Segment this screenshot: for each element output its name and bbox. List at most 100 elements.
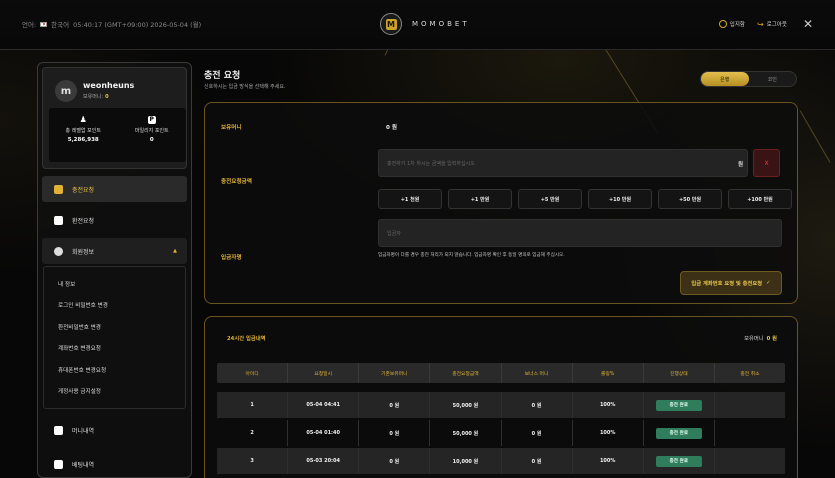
page-title: 충전 요청 bbox=[204, 71, 241, 81]
sidebar-item-member-info[interactable]: 회원정보 ▲ bbox=[42, 238, 187, 264]
table-header: 아이디 요청일시 기존보유머니 충전요청금액 보너스 머니 롤링% 진행상태 충… bbox=[217, 363, 785, 383]
balance-label: 보유머니: bbox=[83, 94, 104, 100]
cell-amount: 10,000 원 bbox=[430, 448, 502, 474]
submenu-login-password[interactable]: 로그인 비밀번호 변경 bbox=[44, 295, 185, 317]
sidebar-item-money-history[interactable]: 머니내역 bbox=[42, 417, 187, 443]
page-subtitle: 신호하시는 입금 방식을 선택해 주세요. bbox=[204, 84, 286, 90]
wallet-icon bbox=[54, 184, 63, 194]
mileage-points-value: 0 bbox=[149, 137, 154, 143]
request-deposit-button[interactable]: 입금 계좌번호 요청 및 충전요청 ✓ bbox=[680, 271, 782, 295]
cell-id: 3 bbox=[217, 448, 289, 474]
cell-status: 충전 완료 bbox=[644, 420, 715, 446]
language-label: 언어: bbox=[22, 21, 37, 29]
submenu-my-info[interactable]: 내 정보 bbox=[44, 273, 185, 295]
sidebar-item-label: 충전요청 bbox=[72, 186, 95, 194]
user-settings-icon bbox=[54, 246, 63, 256]
user-balance: 보유머니: 0 bbox=[83, 93, 109, 100]
member-info-submenu: 내 정보 로그인 비밀번호 변경 환전비밀번호 변경 계좌번호 변경요청 휴대폰… bbox=[43, 266, 186, 409]
language-time-display: 언어: 한국어 05:40:17 (GMT+09:00) 2026-05-04 … bbox=[22, 19, 201, 29]
clear-amount-button[interactable]: X bbox=[753, 149, 780, 177]
money-icon bbox=[54, 425, 63, 435]
column-header: 아이디 bbox=[217, 363, 289, 383]
p-badge-icon: P bbox=[147, 116, 156, 124]
site-logo[interactable]: M MOMOBET bbox=[380, 13, 470, 35]
top-bar: 언어: 한국어 05:40:17 (GMT+09:00) 2026-05-04 … bbox=[0, 0, 835, 50]
cell-bonus: 0 원 bbox=[502, 448, 573, 474]
cell-id: 2 bbox=[217, 420, 289, 446]
status-badge: 충전 완료 bbox=[655, 399, 702, 411]
cell-prev-balance: 0 원 bbox=[359, 420, 431, 446]
quick-amount-button[interactable]: +50 만원 bbox=[658, 189, 722, 209]
levelup-points-label: 총 레벨업 포인트 bbox=[65, 128, 101, 134]
check-icon: ✓ bbox=[766, 280, 771, 286]
balance-value: 0 bbox=[105, 94, 109, 100]
cell-rolling: 100% bbox=[573, 392, 644, 418]
depositor-input[interactable]: 입금자 bbox=[378, 219, 782, 247]
submenu-withdraw-password[interactable]: 환전비밀번호 변경 bbox=[44, 316, 185, 338]
column-header: 요청일시 bbox=[288, 363, 360, 383]
quick-amount-button[interactable]: +1 천원 bbox=[378, 189, 442, 209]
quick-amount-button[interactable]: +100 만원 bbox=[728, 189, 792, 209]
tab-coin[interactable]: 코인 bbox=[749, 72, 797, 86]
status-badge: 충전 완료 bbox=[655, 427, 702, 439]
quick-amount-button[interactable]: +1 만원 bbox=[448, 189, 512, 209]
sidebar-item-withdraw-request[interactable]: 환전요청 bbox=[42, 207, 187, 233]
sidebar-item-bet-history[interactable]: 베팅내역 bbox=[42, 451, 187, 477]
amount-unit: 원 bbox=[738, 162, 744, 168]
cell-status: 충전 완료 bbox=[644, 392, 715, 418]
history-balance-value: 0 원 bbox=[766, 336, 777, 342]
amount-input[interactable]: 충전하기 1차 하시는 금액을 입력하십시오 bbox=[378, 149, 748, 177]
levelup-points-value: 5,286,938 bbox=[67, 137, 99, 143]
cell-request-time: 05-04 04:41 bbox=[288, 392, 360, 418]
balance-field-label: 보유머니 bbox=[221, 125, 242, 131]
wallet-icon bbox=[54, 215, 63, 225]
column-header: 기존보유머니 bbox=[359, 363, 431, 383]
sidebar-item-label: 머니내역 bbox=[72, 427, 95, 435]
sidebar-item-deposit-request[interactable]: 충전요청 bbox=[42, 176, 187, 202]
cell-amount: 50,000 원 bbox=[430, 420, 502, 446]
payment-method-toggle: 은행 코인 bbox=[700, 71, 797, 87]
column-header: 충전 취소 bbox=[740, 371, 760, 377]
cell-request-time: 05-03 20:04 bbox=[288, 448, 360, 474]
submenu-account-block[interactable]: 게정사용 금지설정 bbox=[44, 381, 185, 403]
chevron-up-icon: ▲ bbox=[173, 248, 177, 254]
top-actions: 입지함 ↪ 로그아웃 ✕ bbox=[718, 17, 813, 31]
cell-rolling: 100% bbox=[573, 420, 644, 446]
tab-bank[interactable]: 은행 bbox=[701, 72, 749, 86]
depositor-note: 입금자명이 다를 경우 충전 처리가 되지 않습니다. 입금자명 확인 후 동일… bbox=[378, 253, 565, 258]
mileage-points-label: 마일리지 포인트 bbox=[134, 128, 169, 134]
column-header: 롤링% bbox=[573, 363, 644, 383]
levelup-points: ♟ 총 레벨업 포인트 5,286,938 bbox=[49, 108, 118, 162]
submenu-account-change[interactable]: 계좌번호 변경요청 bbox=[44, 338, 185, 360]
receipt-icon bbox=[54, 459, 63, 469]
user-card: m weonheuns 보유머니: 0 ♟ 총 레벨업 포인트 5,286,938… bbox=[42, 67, 187, 169]
language-selector[interactable]: 한국어 bbox=[51, 19, 69, 29]
mileage-points: P 마일리지 포인트 0 bbox=[118, 108, 187, 162]
deposit-history: 24시간 입금내역 보유머니 0 원 아이디 요청일시 기존보유머니 충전요청금액… bbox=[204, 316, 798, 478]
table-row: 2 05-04 01:40 0 원 50,000 원 0 원 100% 충전 완… bbox=[217, 420, 785, 446]
logout-button[interactable]: ↪ 로그아웃 bbox=[757, 20, 787, 29]
logout-label: 로그아웃 bbox=[766, 22, 787, 28]
deposit-box-button[interactable]: 입지함 bbox=[718, 20, 745, 28]
cell-bonus: 0 원 bbox=[502, 392, 573, 418]
sidebar-item-label: 환전요청 bbox=[72, 217, 95, 225]
sidebar-item-label: 회원정보 bbox=[72, 248, 95, 256]
clock: 05:40:17 (GMT+09:00) 2026-05-04 (월) bbox=[73, 21, 202, 29]
cell-id: 1 bbox=[217, 392, 289, 418]
cell-prev-balance: 0 원 bbox=[359, 392, 431, 418]
request-deposit-label: 입금 계좌번호 요청 및 충전요청 bbox=[691, 281, 763, 287]
quick-amount-button[interactable]: +5 만원 bbox=[518, 189, 582, 209]
status-badge: 충전 완료 bbox=[655, 455, 702, 467]
submenu-phone-change[interactable]: 휴대폰번호 변경요청 bbox=[44, 359, 185, 381]
points-panel: ♟ 총 레벨업 포인트 5,286,938 P 마일리지 포인트 0 bbox=[49, 108, 186, 162]
sidebar-menu: 충전요청 환전요청 회원정보 ▲ 내 정보 로그인 비밀번호 변경 환전비밀번호 … bbox=[42, 176, 187, 477]
cell-cancel bbox=[715, 448, 785, 474]
quick-amount-button[interactable]: +10 만원 bbox=[588, 189, 652, 209]
logout-icon: ↪ bbox=[756, 19, 764, 29]
column-header: 보너스 머니 bbox=[502, 363, 573, 383]
deposit-form: 보유머니 0 원 충전요청금액 충전하기 1차 하시는 금액을 입력하십시오 원… bbox=[204, 102, 798, 304]
history-title: 24시간 입금내역 bbox=[227, 336, 266, 342]
cell-cancel bbox=[715, 420, 785, 446]
close-icon[interactable]: ✕ bbox=[803, 17, 813, 31]
table-row: 3 05-03 20:04 0 원 10,000 원 0 원 100% 충전 완… bbox=[217, 448, 785, 474]
